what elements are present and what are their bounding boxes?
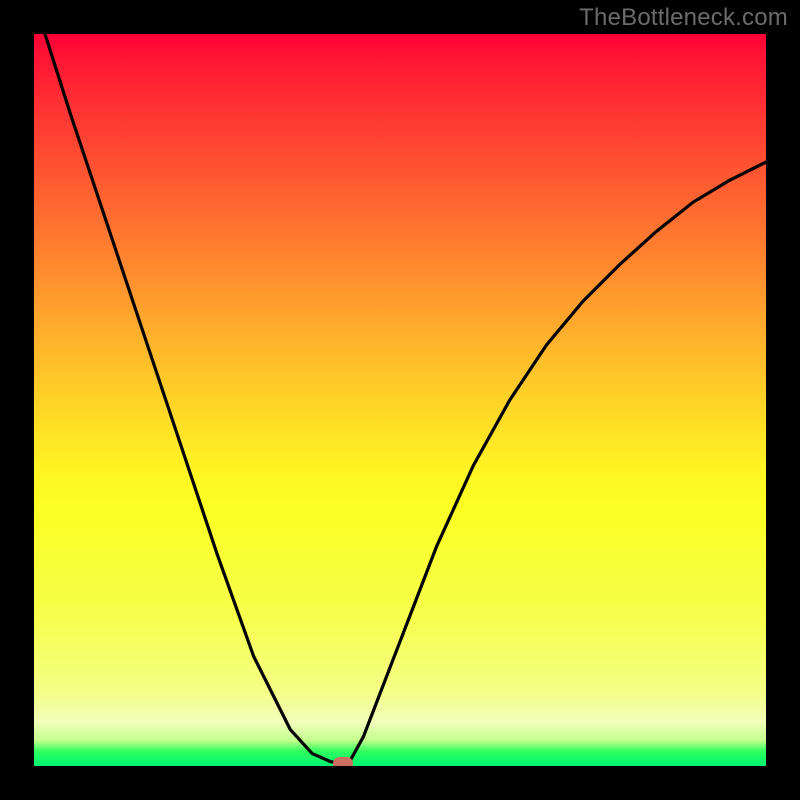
curve-right-branch xyxy=(349,162,766,763)
plot-area xyxy=(34,34,766,766)
watermark-text: TheBottleneck.com xyxy=(579,4,788,32)
curve-left-branch xyxy=(45,34,337,763)
bottleneck-curve xyxy=(34,34,766,766)
minimum-marker xyxy=(333,757,353,766)
